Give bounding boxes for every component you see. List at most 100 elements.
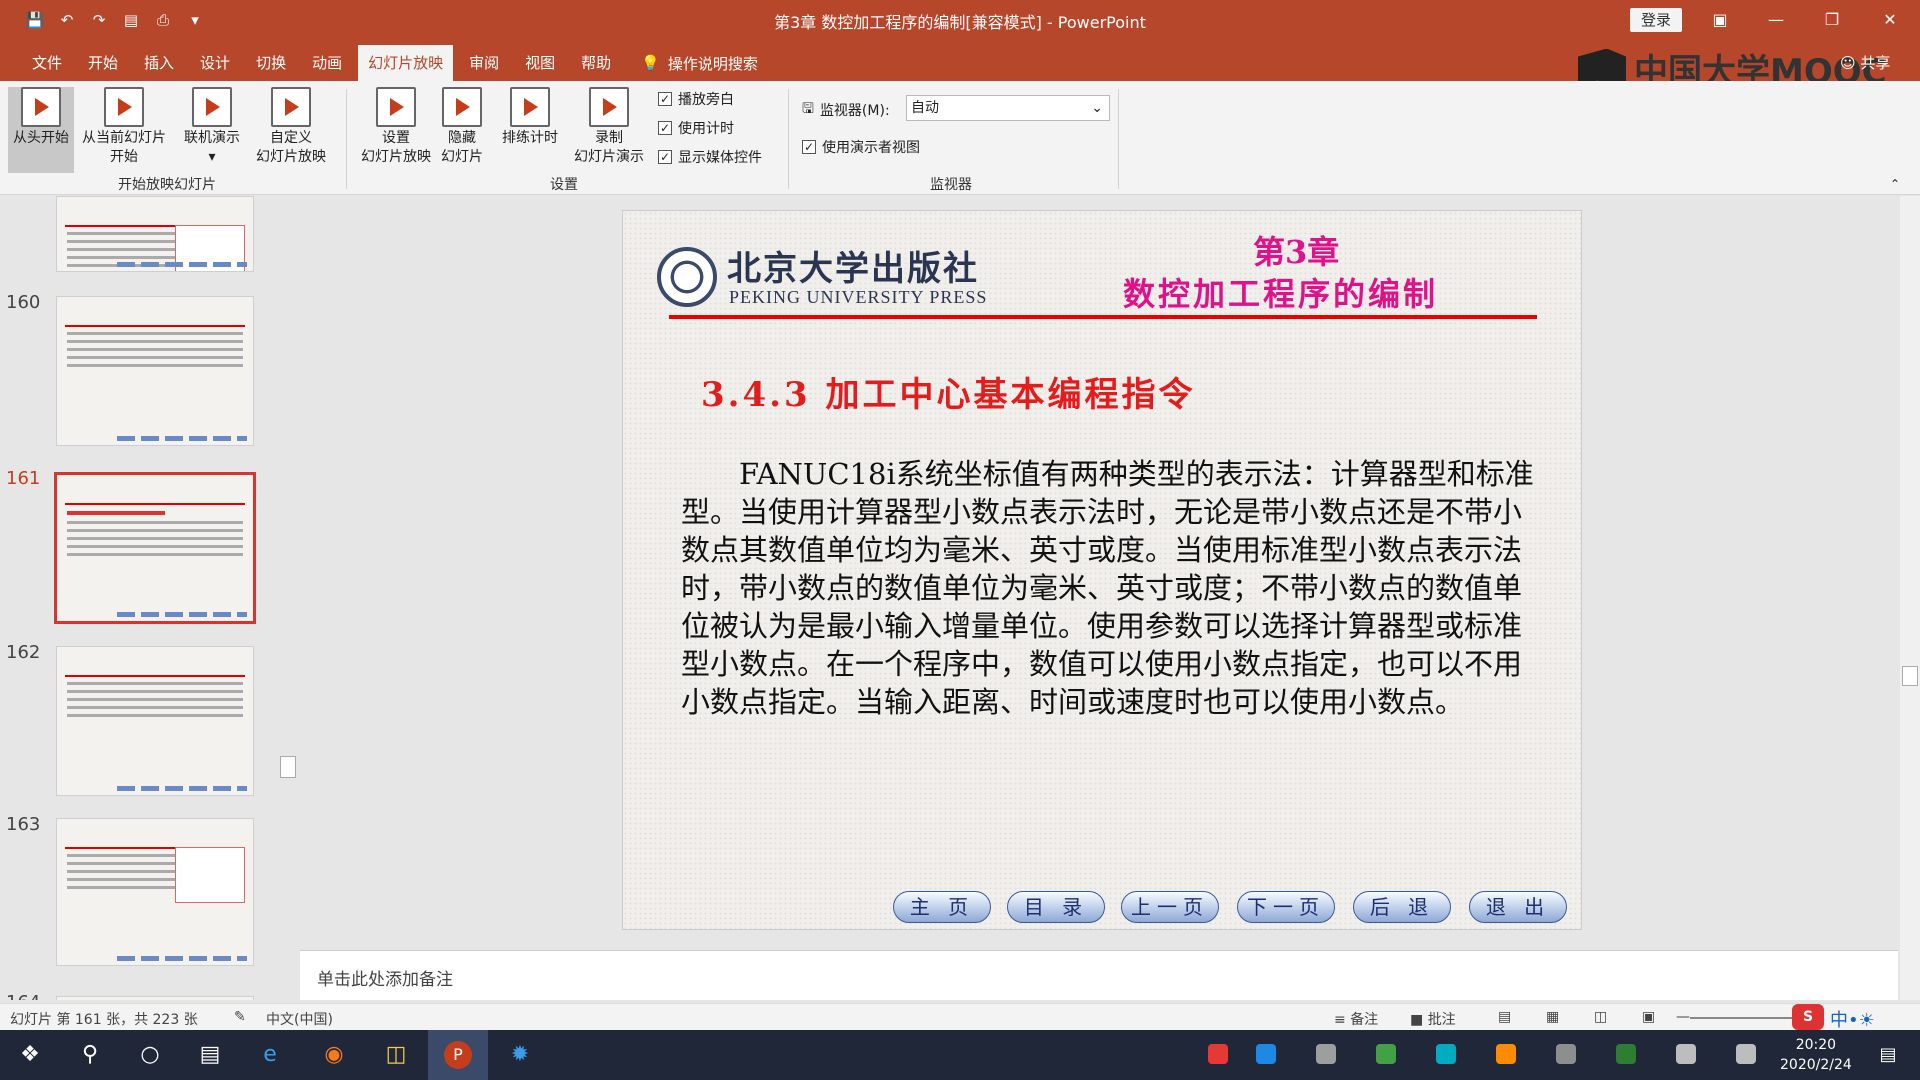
tab-5[interactable]: 动画 xyxy=(302,45,352,81)
notes-toggle[interactable]: ≡ 备注 xyxy=(1334,1009,1378,1029)
search-icon[interactable]: ⚲ xyxy=(60,1030,120,1080)
tab-9[interactable]: 帮助 xyxy=(571,45,621,81)
presenter-view-checkbox[interactable]: ✓ 使用演示者视图 xyxy=(802,137,920,157)
ribbon-display-icon[interactable]: ▣ xyxy=(1706,6,1734,34)
hide-slide-button[interactable]: 隐藏 幻灯片 xyxy=(436,87,488,167)
rehearse-timings-button[interactable]: 排练计时 xyxy=(498,87,562,148)
notification-icon[interactable]: ▤ xyxy=(1858,1030,1918,1080)
tray-network-icon[interactable] xyxy=(1316,1044,1336,1064)
tray-app-icon[interactable] xyxy=(1208,1044,1228,1064)
play-narrations-label: 播放旁白 xyxy=(678,92,734,108)
ie-browser-icon[interactable]: e xyxy=(240,1030,300,1080)
customize-qa-icon[interactable]: ▾ xyxy=(184,9,206,31)
sogou-s-icon[interactable]: S xyxy=(1792,1004,1824,1030)
slide-thumbnail[interactable] xyxy=(54,472,256,624)
thumb-text-line xyxy=(67,332,243,335)
setup-slideshow-button[interactable]: 设置 幻灯片放映 xyxy=(356,87,436,167)
monitor-group-label: 监视器 xyxy=(930,177,972,193)
slide-nav-button-5[interactable]: 退 出 xyxy=(1469,891,1567,923)
tray-app-icon[interactable] xyxy=(1376,1044,1396,1064)
comments-toggle[interactable]: ■ 批注 xyxy=(1410,1009,1456,1029)
notes-placeholder: 单击此处添加备注 xyxy=(317,970,453,990)
system-clock[interactable]: 20:20 2020/2/24 xyxy=(1780,1035,1852,1075)
thumb-header xyxy=(65,201,245,227)
from-beginning-button[interactable]: 从头开始 xyxy=(8,87,74,173)
slide-thumbnail[interactable] xyxy=(56,196,254,272)
online-present-button[interactable]: 联机演示 ▾ xyxy=(176,87,248,167)
slideshow-qa-icon[interactable]: ▤ xyxy=(120,9,142,31)
slide-number: 161 xyxy=(6,468,41,489)
tab-4[interactable]: 切换 xyxy=(246,45,296,81)
tab-2[interactable]: 插入 xyxy=(134,45,184,81)
spellcheck-icon[interactable]: ✎ xyxy=(234,1009,246,1025)
share-button[interactable]: ☺ 共享 xyxy=(1840,52,1890,73)
language-indicator[interactable]: 中文(中国) xyxy=(266,1009,333,1029)
monitor-select[interactable]: 自动 ⌄ xyxy=(906,95,1110,121)
zoom-out-icon[interactable]: — xyxy=(1676,1009,1690,1025)
monitor-value: 自动 xyxy=(911,100,939,116)
use-timings-checkbox[interactable]: ✓ 使用计时 xyxy=(658,118,734,138)
setup-label-2: 幻灯片放映 xyxy=(361,149,431,165)
collapse-ribbon-icon[interactable]: ⌃ xyxy=(1890,177,1900,191)
slide-nav-button-3[interactable]: 下一页 xyxy=(1237,891,1335,923)
volume-icon[interactable] xyxy=(1736,1044,1756,1064)
tray-app-icon[interactable] xyxy=(1436,1044,1456,1064)
share-label: 共享 xyxy=(1860,54,1891,72)
slide-nav-button-0[interactable]: 主 页 xyxy=(893,891,991,923)
slide-nav-button-4[interactable]: 后 退 xyxy=(1353,891,1451,923)
file-explorer-icon[interactable]: ◫ xyxy=(366,1030,426,1080)
redo-icon[interactable]: ↷ xyxy=(88,9,110,31)
slide-thumbnail[interactable] xyxy=(56,818,254,966)
custom-show-button[interactable]: 自定义 幻灯片放映 xyxy=(246,87,336,167)
tab-3[interactable]: 设计 xyxy=(190,45,240,81)
tab-0[interactable]: 文件 xyxy=(22,45,72,81)
reading-view-icon[interactable]: ◫ xyxy=(1594,1009,1607,1025)
recorder-app-icon[interactable]: ✹ xyxy=(490,1030,550,1080)
show-media-controls-checkbox[interactable]: ✓ 显示媒体控件 xyxy=(658,147,762,167)
normal-view-icon[interactable]: ▤ xyxy=(1498,1009,1511,1025)
save-icon[interactable]: 💾 xyxy=(24,9,46,31)
slide-nav-button-2[interactable]: 上一页 xyxy=(1121,891,1219,923)
zoom-slider[interactable] xyxy=(1690,1017,1800,1019)
wifi-icon[interactable] xyxy=(1556,1044,1576,1064)
slide-body-text: FANUC18i系统坐标值有两种类型的表示法：计算器型和标准型。当使用计算器型小… xyxy=(681,457,1534,719)
minimize-button[interactable]: — xyxy=(1762,6,1790,34)
current-slide[interactable]: 北京大学出版社 PEKING UNIVERSITY PRESS 第3章 数控加工… xyxy=(622,210,1582,930)
battery-icon[interactable] xyxy=(1676,1044,1696,1064)
from-current-button[interactable]: 从当前幻灯片 开始 xyxy=(76,87,172,167)
play-narrations-checkbox[interactable]: ✓ 播放旁白 xyxy=(658,89,734,109)
slide-nav-button-1[interactable]: 目 录 xyxy=(1007,891,1105,923)
wechat-icon[interactable] xyxy=(1616,1044,1636,1064)
slide-thumbnail[interactable] xyxy=(56,296,254,446)
close-button[interactable]: ✕ xyxy=(1876,6,1904,34)
notes-pane[interactable]: 单击此处添加备注 xyxy=(300,950,1898,1000)
ime-toolbar-icon[interactable]: 中•☀ xyxy=(1830,1006,1875,1032)
firefox-icon[interactable]: ◉ xyxy=(304,1030,364,1080)
slideshow-view-icon[interactable]: ▣ xyxy=(1642,1009,1655,1025)
pane-scroll-thumb[interactable] xyxy=(280,756,296,778)
tray-shield-icon[interactable] xyxy=(1256,1044,1276,1064)
slide-thumbnail[interactable] xyxy=(56,996,254,1000)
tab-8[interactable]: 视图 xyxy=(515,45,565,81)
sorter-view-icon[interactable]: ▦ xyxy=(1546,1009,1559,1025)
restore-button[interactable]: ❐ xyxy=(1818,6,1846,34)
tray-app-icon[interactable] xyxy=(1496,1044,1516,1064)
print-icon[interactable]: ⎙ xyxy=(152,9,174,31)
task-view-icon[interactable]: ▤ xyxy=(180,1030,240,1080)
tab-1[interactable]: 开始 xyxy=(78,45,128,81)
setup-icon xyxy=(376,87,416,127)
login-button[interactable]: 登录 xyxy=(1630,8,1682,32)
main-scrollbar[interactable] xyxy=(1900,196,1920,1000)
tab-6[interactable]: 幻灯片放映 xyxy=(358,45,454,81)
cortana-icon[interactable]: ○ xyxy=(120,1030,180,1080)
clock-time: 20:20 xyxy=(1795,1037,1837,1053)
windows-start-icon[interactable]: ❖ xyxy=(0,1030,60,1080)
undo-icon[interactable]: ↶ xyxy=(56,9,78,31)
slide-thumbnail[interactable] xyxy=(56,646,254,796)
pane-scrollbar[interactable] xyxy=(278,196,296,1000)
powerpoint-taskbar-icon[interactable]: P xyxy=(428,1030,488,1080)
record-slideshow-button[interactable]: 录制 幻灯片演示 xyxy=(566,87,652,167)
tab-7[interactable]: 审阅 xyxy=(459,45,509,81)
tell-me-search[interactable]: 💡 操作说明搜索 xyxy=(641,45,758,81)
main-scroll-thumb[interactable] xyxy=(1902,666,1918,686)
